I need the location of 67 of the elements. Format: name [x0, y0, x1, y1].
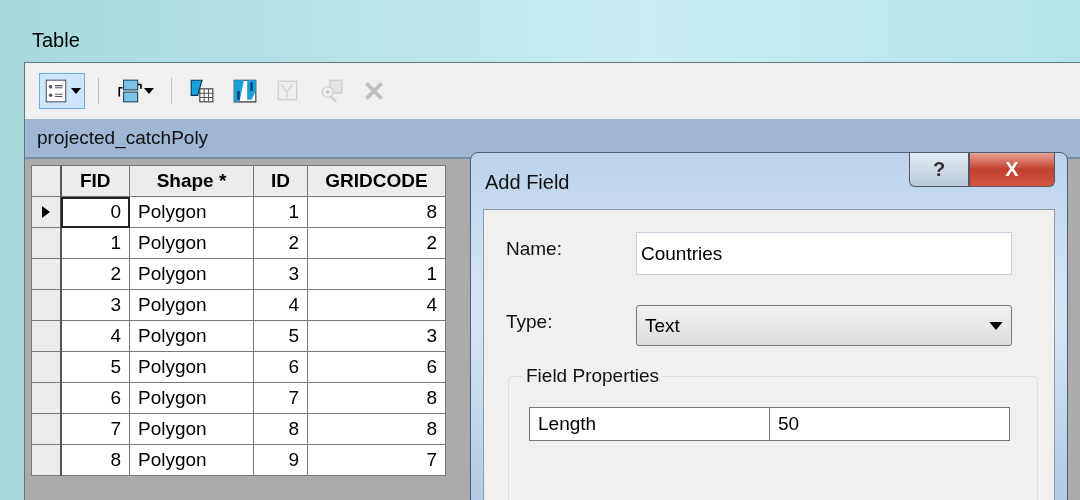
name-field[interactable]: Countries: [636, 232, 1012, 275]
toolbar-button[interactable]: [39, 73, 85, 109]
row-selector[interactable]: [31, 444, 61, 476]
row-selector[interactable]: [31, 413, 61, 445]
table-cell: 3: [60, 289, 130, 321]
row-selector[interactable]: [31, 351, 61, 383]
caret-icon: [989, 321, 1003, 330]
property-value-cell[interactable]: 50: [769, 407, 1010, 441]
row-selector[interactable]: [31, 382, 61, 414]
table-cell: 9: [253, 444, 308, 476]
table-cell: 8: [253, 413, 308, 445]
column-header[interactable]: ID: [253, 165, 308, 197]
row-selector[interactable]: [31, 258, 61, 290]
table-cell: 7: [60, 413, 130, 445]
table-cell: Polygon: [129, 444, 254, 476]
table-cell: 8: [60, 444, 130, 476]
table-cell: 1: [60, 227, 130, 259]
table-cell: 8: [307, 382, 446, 414]
table-cell: Polygon: [129, 227, 254, 259]
table-cell: 2: [60, 258, 130, 290]
row-selector[interactable]: [31, 227, 61, 259]
row-selector[interactable]: [31, 196, 61, 228]
table-cell: 6: [253, 351, 308, 383]
table-cell: Polygon: [129, 413, 254, 445]
name-label: Name:: [506, 237, 563, 260]
table-cell: Polygon: [129, 258, 254, 290]
table-cell: 8: [307, 196, 446, 228]
caret-icon: [71, 88, 81, 94]
table-tab[interactable]: projected_catchPoly: [25, 119, 1080, 157]
type-label: Type:: [506, 310, 554, 333]
type-dropdown[interactable]: Text: [636, 305, 1012, 346]
window-title: Table: [32, 28, 80, 52]
table-cell: 1: [307, 258, 446, 290]
table-cell: 3: [307, 320, 446, 352]
table-cell: 4: [253, 289, 308, 321]
property-name-cell: Length: [529, 407, 770, 441]
table-cell: 4: [60, 320, 130, 352]
table-cell: 0: [60, 196, 130, 228]
row-selector[interactable]: [31, 289, 61, 321]
column-header[interactable]: FID: [60, 165, 130, 197]
help-button[interactable]: ?: [909, 153, 969, 187]
table-cell: 2: [307, 227, 446, 259]
table-cell: 3: [253, 258, 308, 290]
table-options-icon: [43, 78, 69, 104]
table-cell: 7: [307, 444, 446, 476]
table-cell: 6: [60, 382, 130, 414]
table-cell: Polygon: [129, 382, 254, 414]
table-cell: 1: [253, 196, 308, 228]
table-cell: Polygon: [129, 320, 254, 352]
table-cell: 7: [253, 382, 308, 414]
column-header[interactable]: GRIDCODE: [307, 165, 446, 197]
column-header[interactable]: Shape *: [129, 165, 254, 197]
table-cell: 8: [307, 413, 446, 445]
dialog-title: Add Field: [485, 171, 570, 194]
table-cell: Polygon: [129, 289, 254, 321]
current-row-icon: [41, 206, 50, 218]
row-selector[interactable]: [31, 320, 61, 352]
table-cell: 2: [253, 227, 308, 259]
table-cell: 6: [307, 351, 446, 383]
header-corner: [31, 165, 61, 197]
table-cell: 5: [60, 351, 130, 383]
table-cell: 5: [253, 320, 308, 352]
close-button[interactable]: X: [969, 153, 1055, 187]
table-cell: 4: [307, 289, 446, 321]
table-cell: Polygon: [129, 196, 254, 228]
caret-icon: [144, 88, 154, 94]
table-cell: Polygon: [129, 351, 254, 383]
